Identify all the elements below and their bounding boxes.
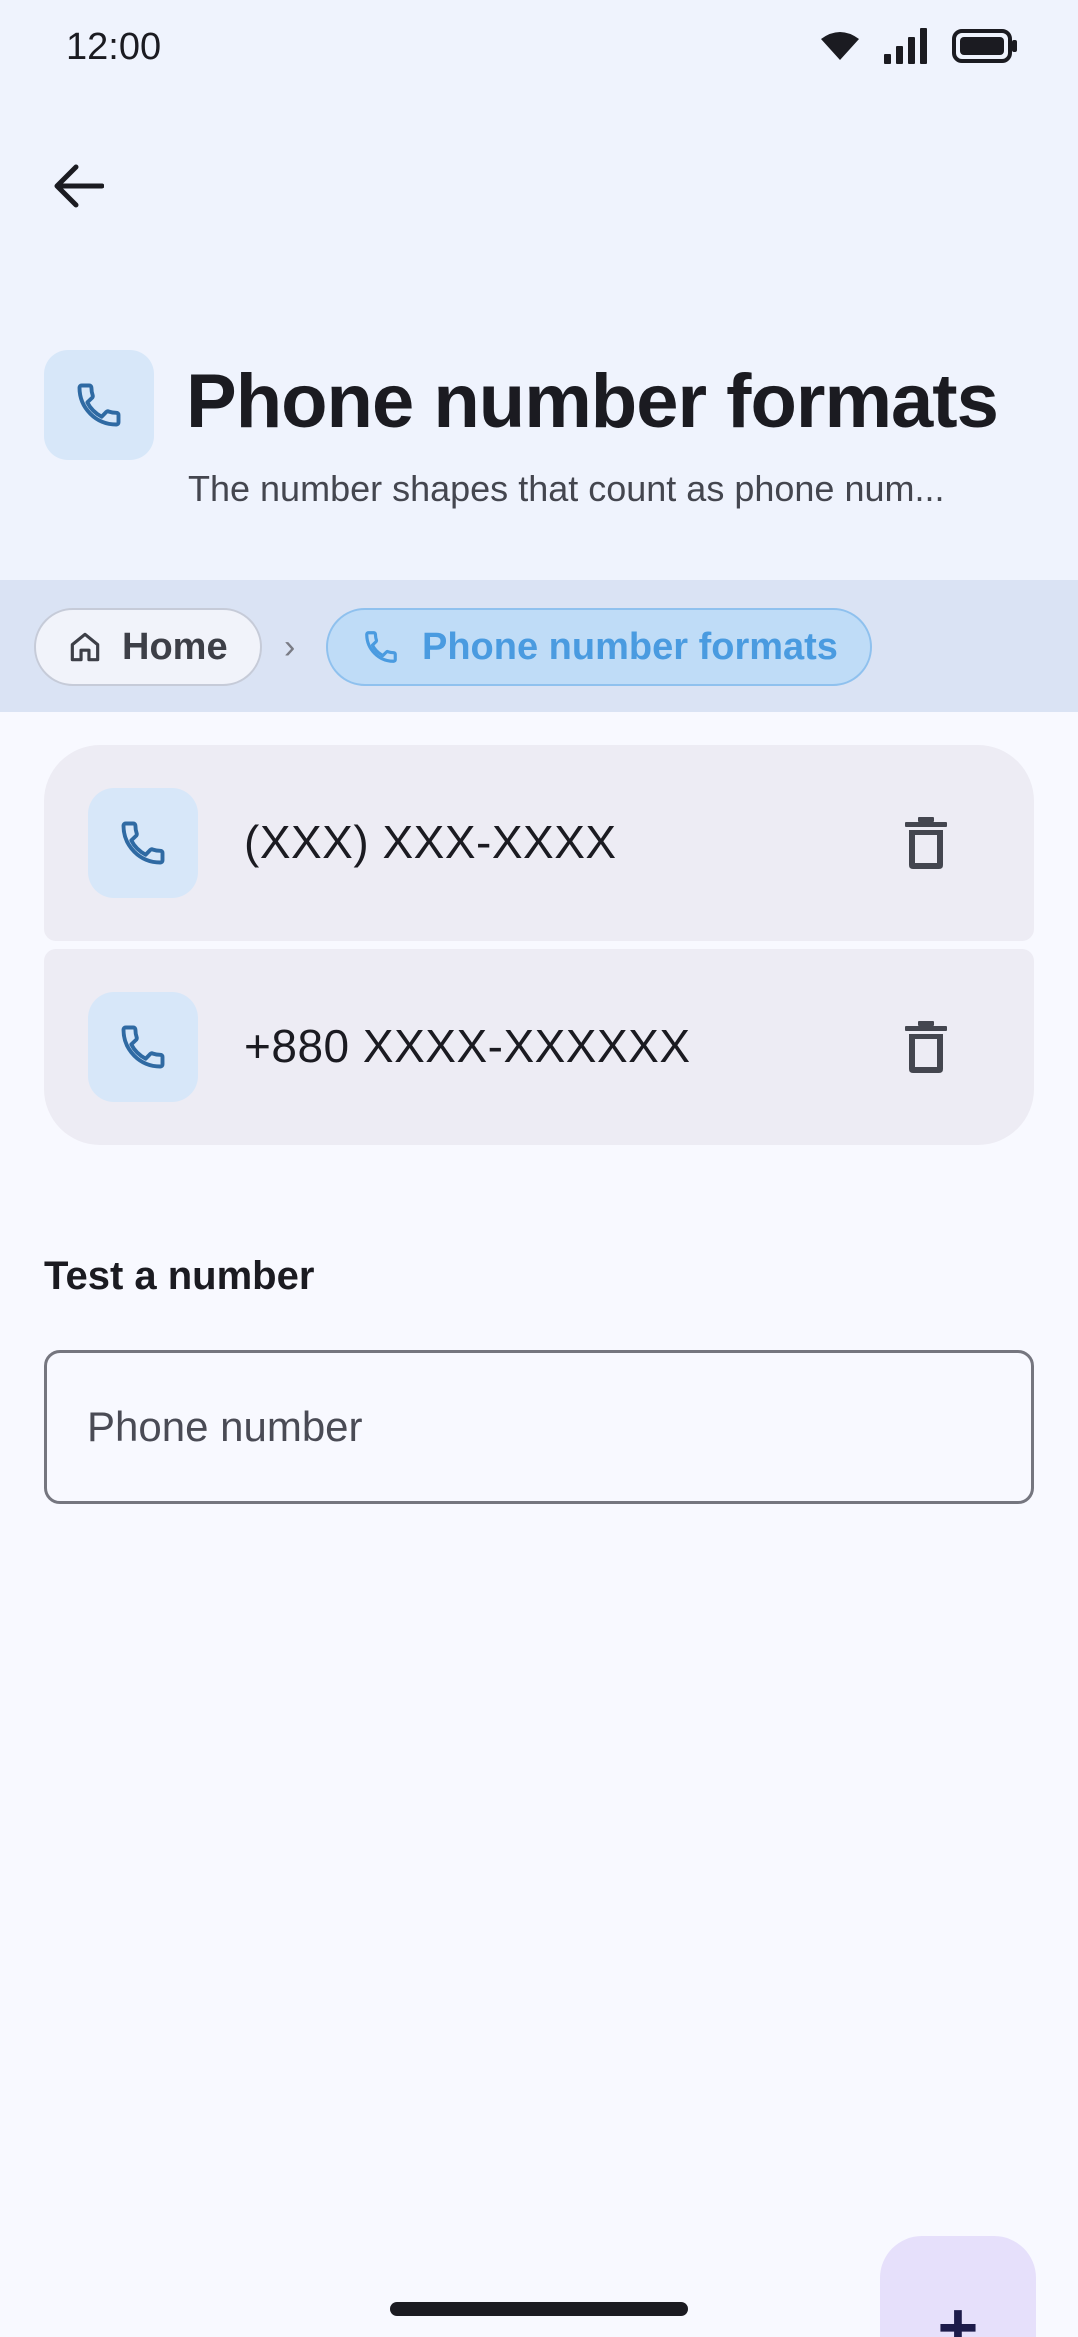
phone-icon [77,383,121,427]
plus-icon: + [937,2288,979,2337]
breadcrumb: Home › Phone number formats [0,580,1078,712]
delete-format-button[interactable] [888,805,964,881]
format-item[interactable]: +880 XXXX-XXXXXX [44,949,1034,1145]
home-icon [70,632,100,662]
breadcrumb-home-label: Home [122,625,228,668]
status-time: 12:00 [66,26,162,68]
breadcrumb-current-label: Phone number formats [422,625,838,668]
wifi-icon [821,32,859,60]
test-number-label: Test a number [44,1254,315,1298]
format-item[interactable]: (XXX) XXX-XXXX [44,745,1034,941]
format-item-icon-tile [88,788,198,898]
phone-number-input[interactable] [87,1353,987,1501]
trash-icon [905,1021,947,1073]
page-subtitle: The number shapes that count as phone nu… [188,468,945,509]
format-pattern: +880 XXXX-XXXXXX [244,1020,691,1072]
title-phone-icon-tile [44,350,154,460]
delete-format-button[interactable] [888,1009,964,1085]
trash-icon [905,817,947,869]
battery-icon [952,29,1017,63]
header: 12:00 Phone number formats The number sh… [0,0,1078,580]
phone-formats-screen: 12:00 Phone number formats The number sh… [0,0,1078,2337]
format-list: (XXX) XXX-XXXX +880 XXXX-XXXXXX [44,745,1034,1145]
status-icons [820,28,1018,64]
home-indicator[interactable] [390,2302,688,2316]
page-title: Phone number formats [186,359,999,444]
signal-icon [884,28,927,64]
back-button[interactable] [40,148,116,224]
phone-number-field[interactable] [44,1350,1034,1504]
add-format-fab[interactable]: + [880,2236,1036,2337]
phone-icon [121,821,165,865]
breadcrumb-current[interactable]: Phone number formats [326,608,872,686]
phone-icon [365,631,397,663]
breadcrumb-home[interactable]: Home [34,608,262,686]
chevron-right-icon: › [284,628,296,666]
format-item-icon-tile [88,992,198,1102]
format-pattern: (XXX) XXX-XXXX [244,816,617,868]
arrow-left-icon [54,164,104,208]
phone-icon [121,1025,165,1069]
